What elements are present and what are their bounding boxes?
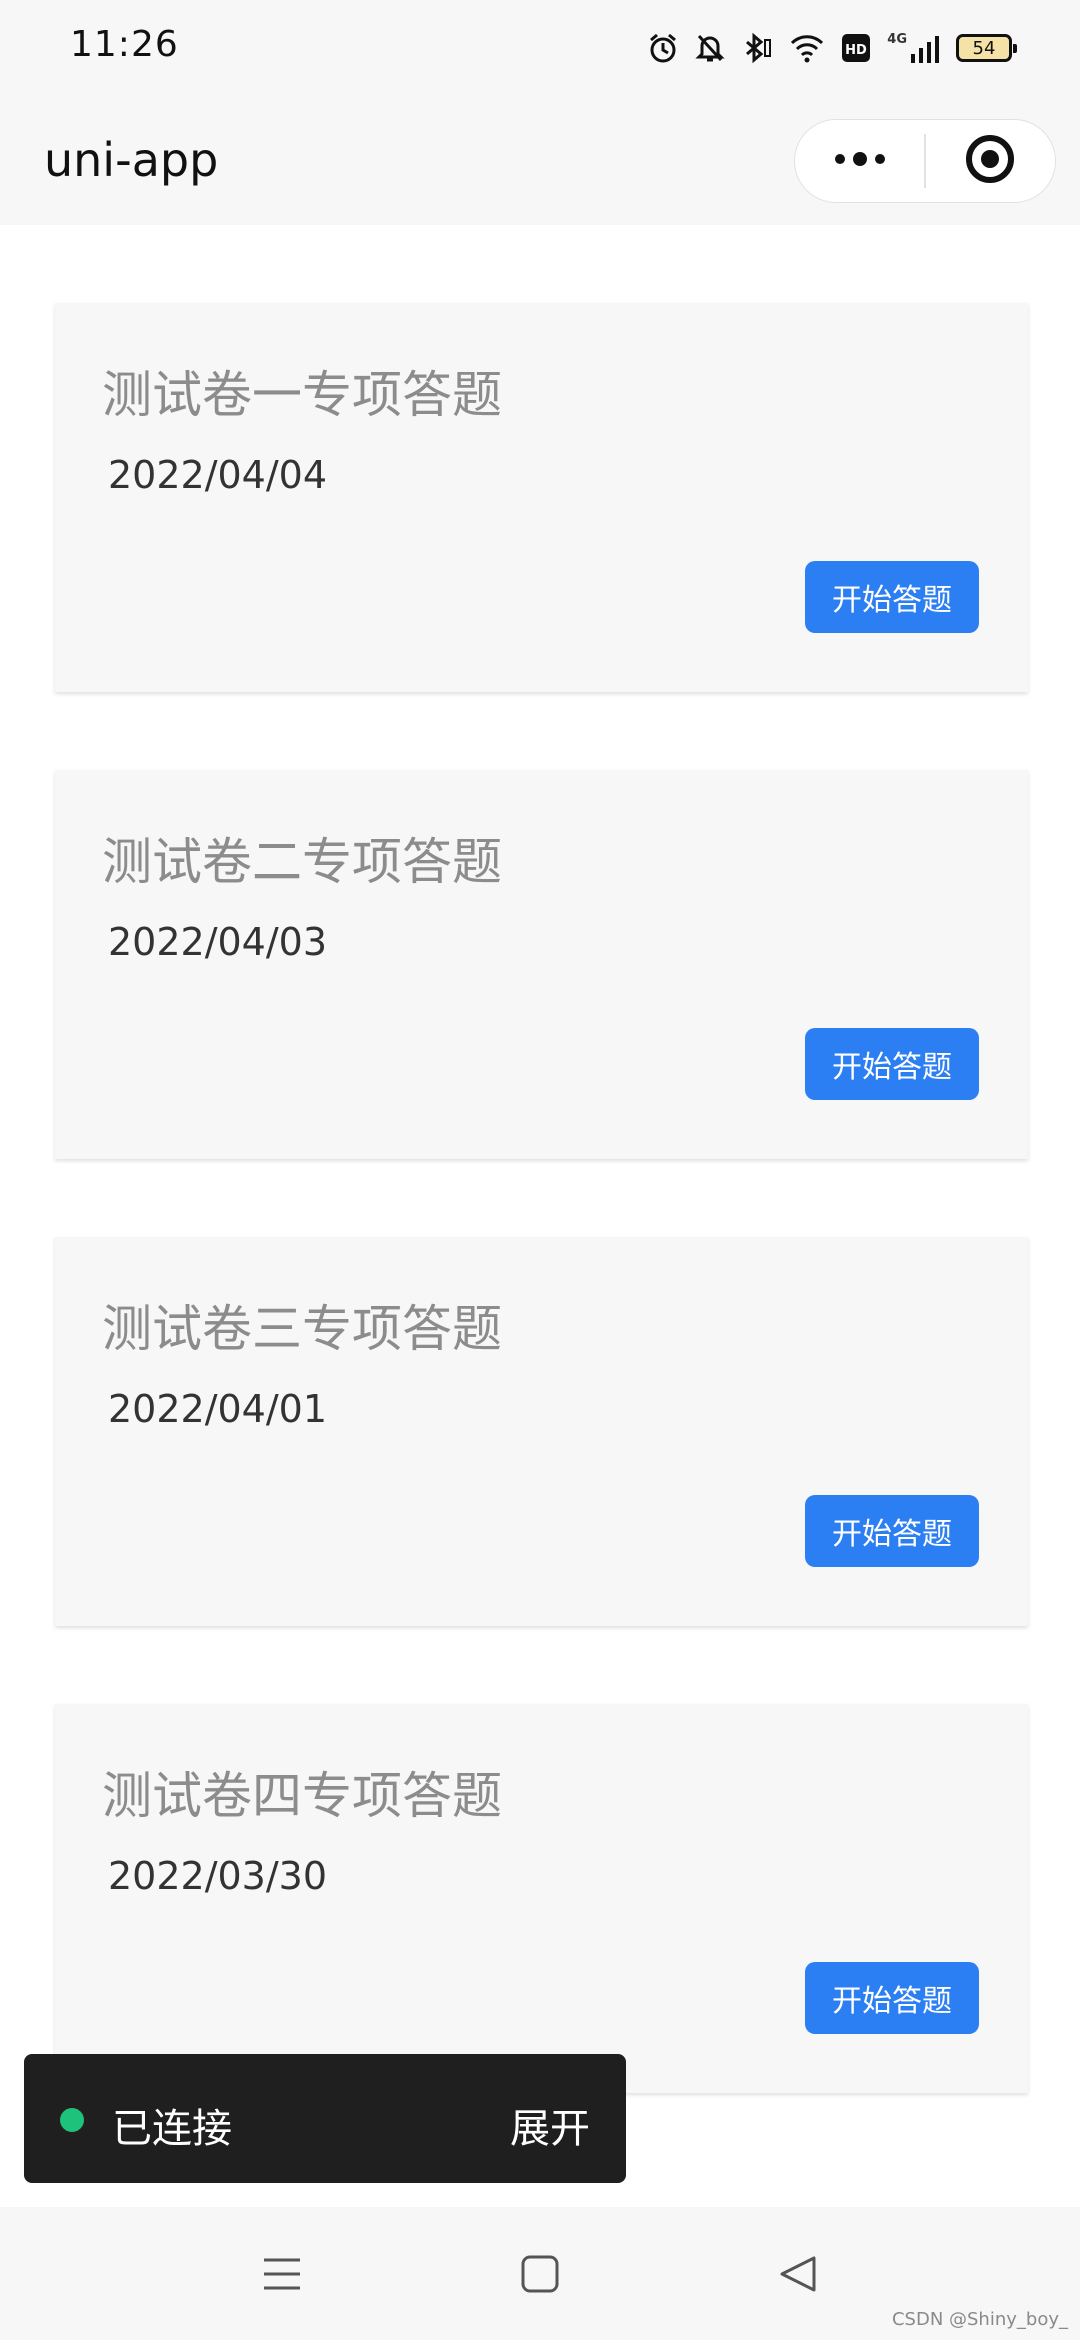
- back-triangle-icon[interactable]: [773, 2249, 823, 2299]
- more-dots-icon: [832, 149, 888, 173]
- svg-text:HD: HD: [845, 43, 867, 58]
- nav-bar: uni-app: [0, 95, 1080, 225]
- start-answer-button[interactable]: 开始答题: [805, 561, 979, 633]
- watermark: CSDN @Shiny_boy_: [891, 2309, 1068, 2330]
- exam-date: 2022/03/30: [108, 1854, 328, 1898]
- exam-list: 测试卷一专项答题 2022/04/04 开始答题 测试卷二专项答题 2022/0…: [55, 303, 1028, 2171]
- connection-status: 已连接: [112, 2106, 232, 2152]
- start-answer-button[interactable]: 开始答题: [805, 1962, 979, 2034]
- exam-date: 2022/04/03: [108, 920, 328, 964]
- status-icons: HD 4G 54: [647, 28, 1017, 68]
- menu-icon[interactable]: [257, 2249, 307, 2299]
- signal-icon: 4G: [887, 32, 940, 64]
- wifi-icon: [789, 32, 825, 64]
- close-button[interactable]: [926, 119, 1055, 203]
- mini-program-capsule: [794, 119, 1056, 203]
- hd-icon: HD: [841, 33, 871, 63]
- exam-title: 测试卷一专项答题: [102, 366, 502, 424]
- exam-card: 测试卷三专项答题 2022/04/01 开始答题: [55, 1237, 1028, 1626]
- exam-card: 测试卷四专项答题 2022/03/30 开始答题: [55, 1704, 1028, 2093]
- expand-button[interactable]: 展开: [510, 2096, 590, 2154]
- system-nav-bar: CSDN @Shiny_boy_: [0, 2207, 1080, 2340]
- bluetooth-icon: [741, 32, 773, 64]
- exam-title: 测试卷二专项答题: [102, 833, 502, 891]
- alarm-icon: [647, 32, 679, 64]
- more-button[interactable]: [795, 119, 924, 203]
- start-answer-button[interactable]: 开始答题: [805, 1028, 979, 1100]
- exam-title: 测试卷四专项答题: [102, 1767, 502, 1825]
- exam-date: 2022/04/04: [108, 453, 328, 497]
- exam-title: 测试卷三专项答题: [102, 1300, 502, 1358]
- target-circle-icon: [965, 134, 1015, 188]
- home-square-icon[interactable]: [515, 2249, 565, 2299]
- connection-panel[interactable]: 已连接 展开: [24, 2054, 626, 2183]
- exam-card: 测试卷一专项答题 2022/04/04 开始答题: [55, 303, 1028, 692]
- network-type: 4G: [887, 32, 907, 47]
- exam-date: 2022/04/01: [108, 1387, 328, 1431]
- status-bar: 11:26 HD 4G 54: [0, 0, 1080, 95]
- exam-card: 测试卷二专项答题 2022/04/03 开始答题: [55, 770, 1028, 1159]
- start-answer-button[interactable]: 开始答题: [805, 1495, 979, 1567]
- battery-level: 54: [972, 37, 996, 59]
- status-time: 11:26: [70, 24, 179, 65]
- page-title: uni-app: [44, 133, 219, 187]
- battery-icon: 54: [956, 34, 1017, 62]
- mute-icon: [695, 32, 725, 64]
- connected-dot-icon: [60, 2108, 84, 2132]
